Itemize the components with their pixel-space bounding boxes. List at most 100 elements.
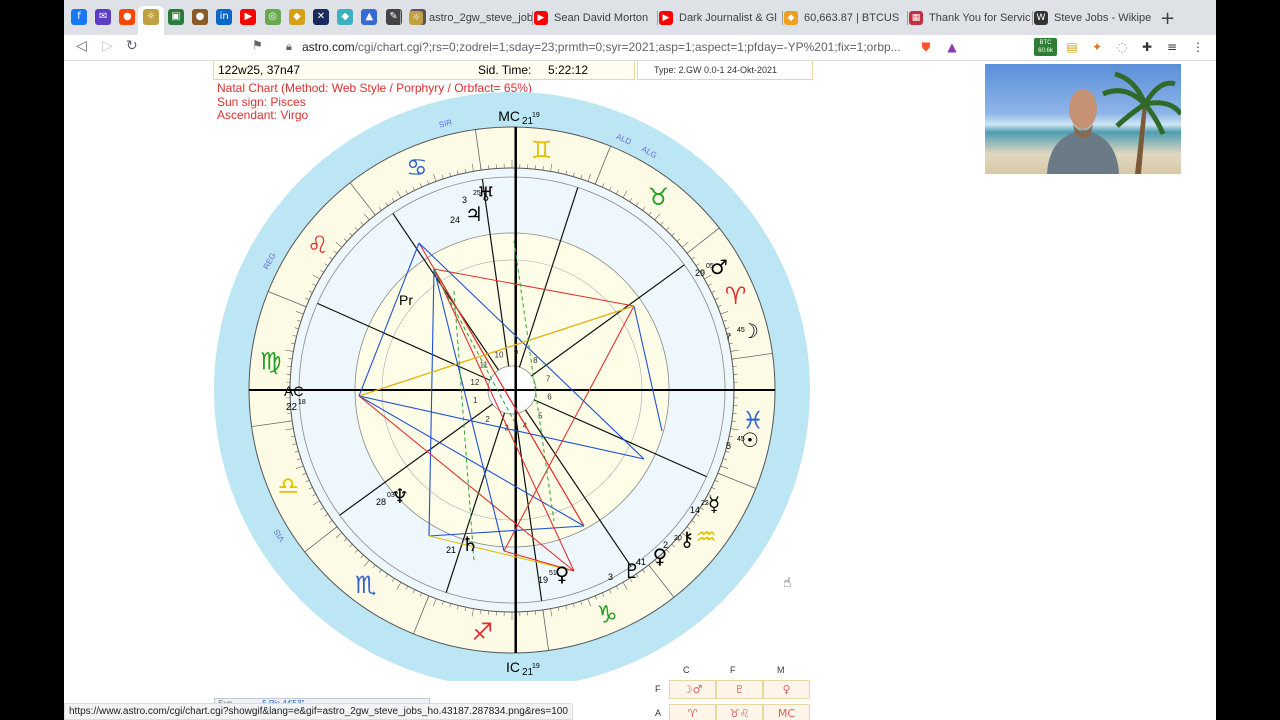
planet-degree: 28 (376, 497, 386, 507)
aspect-table-row-label: A (655, 708, 662, 718)
btc-badge-label: BTC (1039, 40, 1052, 46)
aspect-table-cell: ♉♌ (716, 704, 763, 720)
x-icon: ✕ (316, 11, 326, 22)
pinned-tab-7[interactable]: in (216, 9, 233, 25)
tab-5[interactable]: ▦ Thank You for Servic (907, 6, 1032, 30)
pinned-tab-6[interactable]: ● (192, 9, 208, 25)
planet-minute: 45 (737, 436, 745, 443)
page-content: 122w25, 37n47 Sid. Time: 5:22:12 Type: 2… (64, 61, 1216, 720)
house-number: 6 (547, 393, 552, 402)
pinned-tab-4[interactable]: ☼ (138, 6, 164, 35)
pinned-tab-9[interactable]: ◎ (264, 9, 281, 25)
planet-minute: 51 (549, 570, 557, 577)
planet-degree: 24 (450, 215, 460, 225)
planet-glyph: ♇ (623, 559, 641, 583)
youtube-icon: ▶ (659, 11, 673, 25)
ghost-icon[interactable]: ◌ (1114, 39, 1130, 55)
pinned-tab-5[interactable]: ▣ (167, 9, 184, 25)
aspect-table-cell: ♇ (716, 680, 763, 699)
tab-title: astro_2gw_steve_jobs (429, 12, 532, 24)
btc-price-badge[interactable]: BTC 60.6k (1034, 38, 1057, 56)
zodiac-sign-glyph: ♍ (260, 347, 282, 375)
planet-glyph: ☿ (708, 492, 720, 516)
metamask-icon[interactable]: ✦ (1089, 39, 1105, 55)
facebook-icon: f (77, 11, 81, 22)
wallet-icon[interactable]: ▤ (1064, 39, 1080, 55)
extensions-icon[interactable]: ✚ (1139, 39, 1155, 55)
playlist-icon[interactable]: ≡ (1164, 39, 1180, 55)
tab-6[interactable]: W Steve Jobs - Wikipe (1032, 6, 1157, 30)
house-number: 1 (473, 396, 478, 405)
hand-cursor-icon: ☝ (783, 575, 792, 591)
planet-glyph: ♀ (555, 562, 570, 586)
coordinates: 122w25, 37n47 (218, 63, 301, 77)
zodiac-sign-glyph: ♋ (406, 153, 428, 181)
chart-type-box: Type: 2.GW 0.0-1 24-Okt-2021 (637, 61, 813, 80)
tab-4[interactable]: ◆ 60,663.87 | BTCUS (782, 6, 907, 30)
tool-icon: ✎ (389, 11, 398, 22)
url-path: /cgi/chart.cgi?;rs=0;zodrel=1;sday=23;pr… (354, 40, 901, 54)
tab-title: Dark Journalist & Gl (679, 12, 777, 24)
sidereal-time-label: Sid. Time: (478, 63, 532, 77)
aspect-table-column-label: C (683, 665, 690, 675)
status-bar: https://www.astro.com/cgi/chart.cgi?show… (64, 703, 573, 720)
house-number: 2 (485, 415, 490, 424)
planet-degree: 29 (695, 268, 705, 278)
pinned-tab-3[interactable]: ● (119, 9, 136, 25)
zodiac-sign-glyph: ♎ (278, 472, 300, 500)
natal-chart-wheel[interactable]: ♊♉♈♓♒♑♐♏♎♍♌♋ALDALGSIRREGVISMC 2119IC 2119A… (214, 91, 814, 681)
tab-2[interactable]: ▶ Sean David Morton (532, 6, 657, 30)
video-overlay[interactable] (985, 64, 1181, 174)
aspect-table-column-label: M (777, 665, 785, 675)
pinned-tab-1[interactable]: f (71, 9, 87, 25)
poop-icon: ● (195, 11, 205, 22)
tab-title: 60,663.87 | BTCUS (804, 12, 900, 24)
bitcoin-icon: ◆ (784, 11, 798, 25)
pinned-tab-2[interactable]: ✉ (95, 9, 112, 25)
aspect-table-cell: ♀ (763, 680, 810, 699)
rewards-icon[interactable]: ▲ (944, 39, 960, 55)
tab-1[interactable]: ☼ astro_2gw_steve_jobs (407, 6, 532, 30)
presenter-video (1047, 71, 1181, 174)
astro-icon: ☼ (143, 9, 159, 25)
youtube-icon: ▶ (534, 11, 548, 25)
planet-minute: 20 (674, 535, 682, 542)
brave-shield-icon[interactable]: ⛊ (918, 39, 934, 55)
reload-icon[interactable]: ↻ (126, 38, 138, 54)
youtube-icon: ▶ (244, 11, 253, 22)
house-number: 9 (514, 348, 519, 357)
menu-icon[interactable]: ⋮ (1190, 39, 1206, 55)
circle-icon: ◎ (268, 11, 277, 22)
planet-degree: 7 (726, 332, 731, 342)
forward-icon[interactable]: ▷ (102, 38, 113, 54)
aspect-table-cell: ♈ (669, 704, 716, 720)
reddit-icon: ● (123, 11, 132, 22)
zodiac-sign-glyph: ♑ (596, 601, 618, 629)
house-number: 7 (546, 374, 551, 383)
pinned-tab-13[interactable]: ▲ (361, 9, 378, 25)
lock-icon[interactable]: 🔒︎ (286, 40, 292, 54)
planet-glyph: ♀ (653, 544, 668, 568)
btc-badge-value: 60.6k (1038, 48, 1053, 54)
pinned-tab-12[interactable]: ◆ (337, 9, 354, 25)
astro-icon: ☼ (409, 11, 423, 25)
flag-icon: ▦ (909, 11, 923, 25)
aspect-table-row-label: F (655, 684, 661, 694)
new-tab-button[interactable]: + (1160, 8, 1175, 29)
house-number: 12 (470, 378, 479, 387)
mountain-icon: ▲ (365, 11, 374, 22)
zodiac-sign-glyph: ♐ (472, 618, 494, 646)
mail-icon: ✉ (98, 11, 108, 22)
bookmark-icon[interactable]: ⚑ (252, 38, 263, 52)
planet-glyph: ⚷ (680, 527, 695, 551)
back-icon[interactable]: ◁ (76, 38, 87, 54)
planet-minute: 05 (706, 263, 714, 270)
pinned-tab-8[interactable]: ▶ (240, 9, 257, 25)
pinned-tab-11[interactable]: ✕ (313, 9, 329, 25)
tab-3[interactable]: ▶ Dark Journalist & Gl (657, 6, 782, 30)
node-label: Pr (399, 292, 413, 308)
planet-degree: 5 (726, 441, 731, 451)
pinned-tab-10[interactable]: ◆ (288, 9, 305, 25)
chart-wheel-group: ♊♉♈♓♒♑♐♏♎♍♌♋ALDALGSIRREGVISMC 2119IC 2119A… (214, 92, 810, 681)
address-bar[interactable]: astro.com/cgi/chart.cgi?;rs=0;zodrel=1;s… (302, 38, 914, 56)
